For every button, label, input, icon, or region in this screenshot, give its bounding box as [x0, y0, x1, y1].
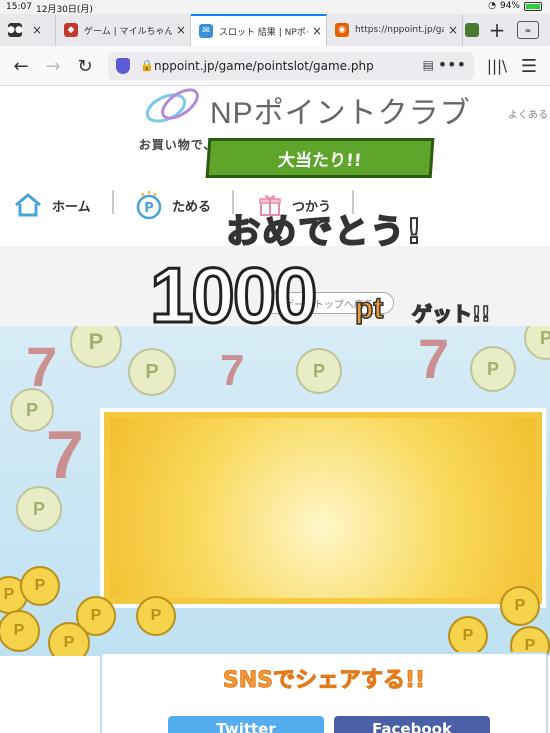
share-title: SNSでシェアする!! [222, 668, 426, 694]
reload-icon[interactable]: ↻ [72, 53, 98, 79]
menu-icon[interactable]: ☰ [516, 53, 542, 79]
url-text[interactable]: nppoint.jp/game/pointslot/game.php [154, 59, 374, 73]
logo-text: NPポイントクラブ [210, 97, 471, 130]
close-tab-icon[interactable]: × [172, 23, 190, 37]
slot-result-banner: 7 7 7 7 P P P P P P P P P P P P P P P P [0, 326, 550, 656]
close-tab-icon[interactable]: × [28, 23, 46, 37]
coin-decoration: P [296, 348, 342, 394]
facebook-share-button[interactable]: Facebook [334, 716, 490, 733]
home-icon [15, 193, 41, 217]
status-time: 15:07 [6, 2, 32, 12]
more-icon[interactable]: ••• [438, 55, 466, 74]
app-icon [465, 23, 479, 37]
game-icon: ◆ [64, 23, 78, 37]
tab-title: ゲーム | マイルちゃん [84, 26, 172, 37]
tab-bar: ●● × ◆ ゲーム | マイルちゃん × ✉ スロット 結果 | NPポイ ×… [0, 14, 550, 46]
tab-3-active[interactable]: ✉ スロット 結果 | NPポイ × [191, 14, 327, 46]
coin-decoration: P [128, 348, 176, 396]
tab-1[interactable]: ●● × [0, 14, 56, 46]
gold-coin: P [500, 586, 540, 626]
tab-4[interactable]: ◉ https://nppoint.jp/ga × [327, 14, 463, 46]
get-text: ゲット!! [411, 301, 491, 327]
address-bar[interactable]: 🔒 nppoint.jp/game/pointslot/game.php ▤ •… [108, 52, 474, 80]
close-tab-icon[interactable]: × [444, 23, 462, 37]
logo-mark-icon [145, 88, 199, 123]
status-bar: 15:07 12月30日(月) ◔ 94% [0, 0, 550, 15]
wifi-icon: ◔ [488, 1, 496, 11]
coin-decoration: P [16, 486, 62, 532]
close-tab-icon[interactable]: × [308, 24, 326, 38]
twitter-share-button[interactable]: Twitter [168, 716, 324, 733]
coin-decoration: P [70, 326, 122, 368]
coin-pile-right: P P P [440, 586, 550, 656]
tab-title: スロット 結果 | NPポイ [219, 27, 308, 38]
reader-view-icon[interactable]: ▤ [423, 58, 434, 72]
tab-2[interactable]: ◆ ゲーム | マイルちゃん × [56, 14, 191, 46]
gold-coin: P [20, 566, 60, 606]
battery-percent: 94% [499, 1, 520, 11]
battery-icon [524, 1, 542, 11]
nav-home-label: ホーム [52, 199, 91, 215]
browser-toolbar: ← → ↻ 🔒 nppoint.jp/game/pointslot/game.p… [0, 46, 550, 86]
jackpot-ribbon: 大当たり!! [205, 138, 435, 178]
mask-icon: ●● [7, 23, 23, 37]
seven-decoration: 7 [46, 417, 84, 493]
firefox-icon: ◉ [335, 23, 349, 37]
gold-coin: P [136, 596, 176, 636]
shield-icon[interactable] [116, 58, 130, 74]
tab-count-button[interactable]: ∞ [517, 21, 539, 39]
back-arrow-icon[interactable]: ← [8, 53, 34, 79]
faq-link[interactable]: よくある [508, 106, 548, 121]
congrats-text: おめでとう! [225, 211, 424, 253]
nav-home[interactable]: ホーム [14, 190, 91, 220]
mail-icon: ✉ [199, 24, 213, 38]
coin-decoration: P [10, 388, 54, 432]
forward-arrow-icon[interactable]: → [40, 53, 66, 79]
status-right: ◔ 94% [488, 1, 542, 11]
gold-coin: P [48, 622, 90, 656]
coin-pile-left: P P P P P P [0, 566, 210, 656]
tab-5[interactable] [463, 14, 481, 46]
gold-coin: P [448, 616, 488, 656]
tab-title: https://nppoint.jp/ga [355, 25, 444, 35]
page-content: NPポイントクラブ よくある お買い物で、もっとうれしく、もっと楽しく。 ホーム… [0, 86, 550, 733]
seven-decoration: 7 [220, 346, 245, 395]
coin-decoration: P [470, 346, 516, 392]
points-amount: 1000 [149, 250, 320, 341]
new-tab-button[interactable]: + [481, 14, 513, 46]
lock-icon: 🔒 [140, 59, 154, 72]
seven-decoration: 7 [418, 327, 450, 390]
gold-coin: P [0, 610, 40, 652]
points-unit: pt [354, 291, 384, 326]
coin-decoration: P [524, 326, 550, 360]
library-icon[interactable]: |||\ [484, 53, 510, 79]
share-box: SNSでシェアする!! Twitter Facebook [100, 652, 548, 733]
site-logo[interactable]: NPポイントクラブ [142, 86, 522, 130]
